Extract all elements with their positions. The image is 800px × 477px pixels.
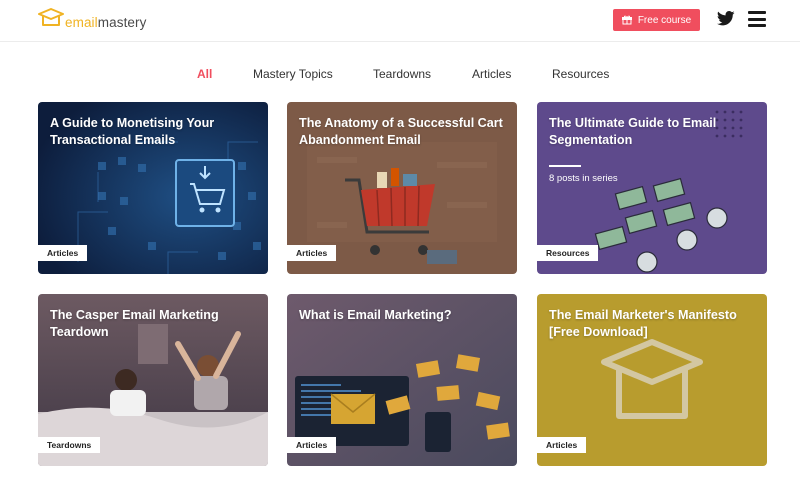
- menu-line: [748, 24, 766, 27]
- category-tag[interactable]: Articles: [38, 245, 88, 261]
- nav-articles[interactable]: Articles: [472, 67, 511, 81]
- series-divider: [549, 165, 581, 167]
- logo-text-mastery: mastery: [97, 15, 147, 30]
- card-title[interactable]: The Email Marketer's Manifesto [Free Dow…: [549, 307, 757, 341]
- nav-mastery-topics[interactable]: Mastery Topics: [253, 67, 333, 81]
- post-card[interactable]: The Casper Email Marketing Teardown Tear…: [38, 294, 268, 466]
- card-title[interactable]: The Anatomy of a Successful Cart Abandon…: [299, 115, 507, 149]
- site-header: emailmastery Free course: [0, 0, 800, 42]
- menu-line: [748, 17, 766, 21]
- category-tag[interactable]: Teardowns: [38, 437, 101, 453]
- free-course-button[interactable]: Free course: [613, 9, 700, 31]
- card-title[interactable]: What is Email Marketing?: [299, 307, 507, 324]
- category-tag[interactable]: Articles: [287, 245, 337, 261]
- menu-line: [748, 11, 766, 14]
- post-card[interactable]: The Email Marketer's Manifesto [Free Dow…: [537, 294, 767, 466]
- logo-text: emailmastery: [65, 15, 146, 30]
- graduation-cap-icon: [38, 8, 64, 26]
- nav-teardowns[interactable]: Teardowns: [373, 67, 431, 81]
- category-tag[interactable]: Resources: [537, 245, 599, 261]
- category-nav: All Mastery Topics Teardowns Articles Re…: [0, 67, 800, 83]
- category-tag[interactable]: Articles: [537, 437, 587, 453]
- card-title[interactable]: The Ultimate Guide to Email Segmentation: [549, 115, 757, 149]
- card-title[interactable]: A Guide to Monetising Your Transactional…: [50, 115, 258, 149]
- post-card[interactable]: The Anatomy of a Successful Cart Abandon…: [287, 102, 517, 274]
- series-count: 8 posts in series: [549, 173, 618, 184]
- category-tag[interactable]: Articles: [287, 437, 337, 453]
- nav-all[interactable]: All: [197, 67, 212, 81]
- hamburger-menu-icon[interactable]: [748, 11, 766, 27]
- logo-text-email: email: [65, 15, 98, 30]
- free-course-label: Free course: [637, 14, 692, 26]
- gift-icon: [621, 15, 632, 25]
- post-card[interactable]: The Ultimate Guide to Email Segmentation…: [537, 102, 767, 274]
- card-title[interactable]: The Casper Email Marketing Teardown: [50, 307, 258, 341]
- post-card[interactable]: A Guide to Monetising Your Transactional…: [38, 102, 268, 274]
- logo[interactable]: emailmastery: [38, 8, 146, 30]
- nav-resources[interactable]: Resources: [552, 67, 609, 81]
- twitter-icon[interactable]: [717, 11, 735, 26]
- post-card[interactable]: What is Email Marketing? Articles: [287, 294, 517, 466]
